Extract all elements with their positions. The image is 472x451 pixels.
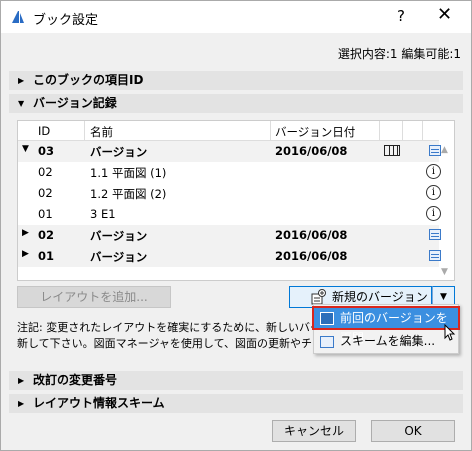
row-name: 3 E1 [90,207,116,221]
table-row[interactable]: ▶ 02 バージョン 2016/06/08 [18,225,441,246]
section-item-id-label: このブックの項目ID [33,73,144,87]
section-layout-scheme-label: レイアウト情報スキーム [33,396,165,410]
layout-icon [384,145,400,156]
new-version-dropdown-menu: 前回のバージョンを再開 スキームを編集... [312,304,460,354]
row-name: バージョン [90,145,148,159]
section-revision-label: 改訂の変更番号 [33,373,118,387]
expand-right-icon: ▶ [18,399,25,408]
col-name-header[interactable]: 名前 [90,124,113,140]
add-layout-button[interactable]: レイアウトを追加... [17,286,171,308]
expand-right-icon: ▶ [18,376,25,385]
row-date: 2016/06/08 [275,249,348,263]
table-row[interactable]: ▼ 03 バージョン 2016/06/08 [18,141,441,162]
col-id-header[interactable]: ID [38,124,50,138]
expand-right-icon: ▶ [18,76,25,85]
note-text: 注記: 変更されたレイアウトを確実にするために、新しいバージョンを作 新して下さ… [17,320,317,354]
new-version-icon [311,289,326,305]
table-row[interactable]: ▶ 01 バージョン 2016/06/08 [18,246,441,267]
row-name: 1.2 平面図 (2) [90,187,167,201]
archicad-app-icon [12,11,24,23]
table-row[interactable]: 02 1.2 平面図 (2) i [18,183,441,204]
note-line-2: 新して下さい。図面マネージャを使用して、図面の更新やチェックを行い [17,337,317,350]
help-button[interactable]: ? [397,7,405,25]
section-revision-number[interactable]: ▶ 改訂の変更番号 [9,371,463,390]
collapse-down-icon: ▼ [18,99,25,108]
expand-right-icon[interactable]: ▶ [22,228,29,238]
version-table: ID 名前 バージョン日付 ▼ 03 バージョン 2016/06/08 02 1… [17,120,455,281]
section-item-id[interactable]: ▶ このブックの項目ID [9,71,463,90]
ok-button[interactable]: OK [371,420,455,442]
menu-item-edit-scheme[interactable]: スキームを編集... [314,331,458,353]
row-name: バージョン [90,250,148,264]
table-row[interactable]: 01 3 E1 i [18,204,441,225]
section-versions[interactable]: ▼ バージョン記録 [9,94,463,113]
row-name: バージョン [90,229,148,243]
table-header: ID 名前 バージョン日付 [18,121,439,141]
collapse-down-icon[interactable]: ▼ [22,144,29,154]
section-versions-label: バージョン記録 [33,96,117,110]
row-id: 01 [38,249,55,263]
scroll-up-icon[interactable]: ▲ [441,145,448,155]
row-id: 03 [38,144,55,158]
mouse-cursor-icon [444,324,456,341]
row-date: 2016/06/08 [275,144,348,158]
row-name: 1.1 平面図 (1) [90,166,167,180]
menu-item-resume-previous-version[interactable]: 前回のバージョンを再開 [312,306,460,345]
close-button[interactable]: ✕ [437,4,452,25]
title-bar: ブック設定 ? ✕ [1,1,471,33]
window-title: ブック設定 [33,13,99,28]
expand-right-icon[interactable]: ▶ [22,249,29,259]
table-row[interactable]: 02 1.1 平面図 (1) i [18,162,441,183]
note-line-1: 注記: 変更されたレイアウトを確実にするために、新しいバージョンを作 [17,321,317,334]
section-layout-scheme[interactable]: ▶ レイアウト情報スキーム [9,394,463,413]
resume-version-icon [320,312,334,325]
table-scrollbar[interactable]: ▲ ▼ [438,141,454,280]
col-date-header[interactable]: バージョン日付 [275,124,355,140]
cancel-button[interactable]: キャンセル [272,420,356,442]
menu-item-label: スキームを編集... [340,334,436,348]
row-id: 02 [38,186,53,200]
row-id: 01 [38,207,53,221]
new-version-label: 新規のバージョン [332,290,428,304]
selection-info: 選択内容:1 編集可能:1 [337,47,461,61]
row-date: 2016/06/08 [275,228,348,242]
row-id: 02 [38,228,55,242]
row-id: 02 [38,165,53,179]
edit-scheme-icon [320,336,334,348]
book-settings-dialog: ブック設定 ? ✕ 選択内容:1 編集可能:1 ▶ このブックの項目ID ▼ バ… [0,0,472,451]
scroll-down-icon[interactable]: ▼ [441,267,448,277]
